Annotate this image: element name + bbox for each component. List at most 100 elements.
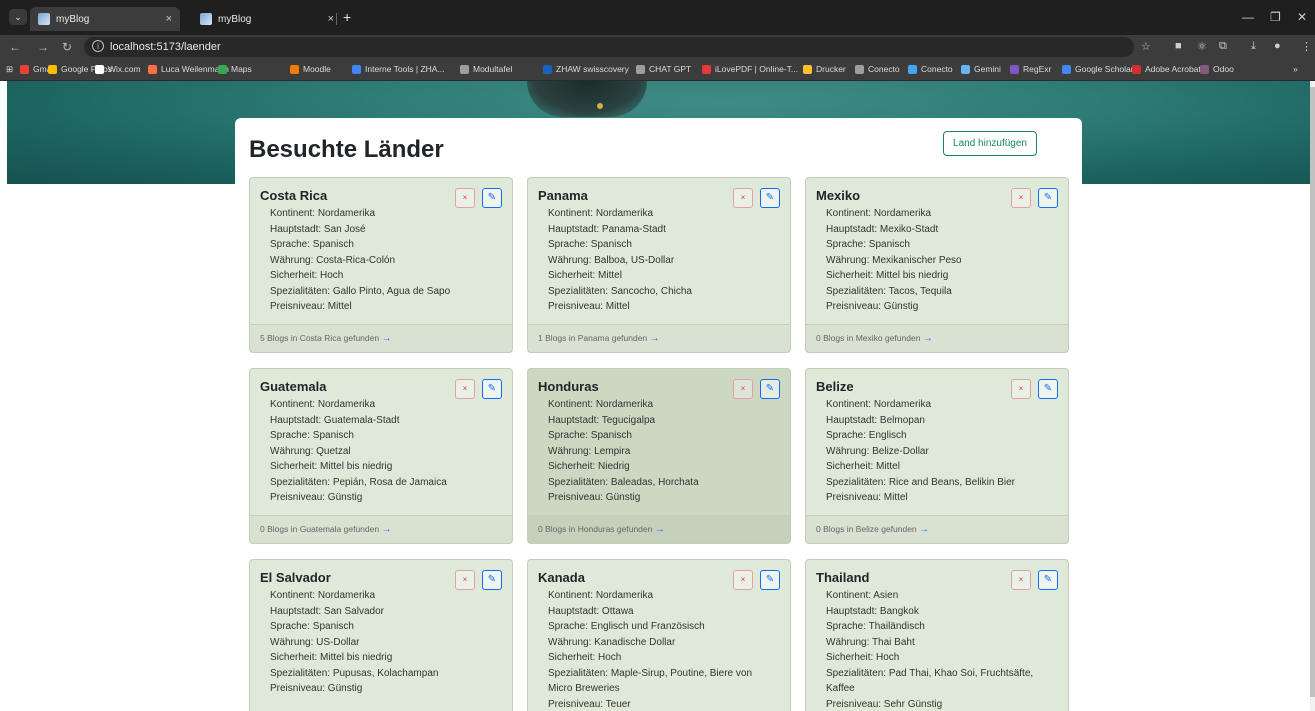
browser-tab[interactable]: myBlog × [192,7,342,31]
edit-country-button[interactable]: ✎ [482,570,502,590]
close-tab-icon[interactable]: × [328,13,334,25]
bookmark-item[interactable]: Odoo [1200,64,1234,74]
bookmark-item[interactable]: Maps [218,64,252,74]
country-detail: Sicherheit: Mittel [548,270,622,281]
country-detail: Spezialitäten: Pad Thai, Khao Soi, Fruch… [826,667,1034,679]
forward-icon[interactable]: → [37,40,49,54]
country-detail: Preisniveau: Günstig [270,492,363,503]
restore-icon[interactable]: ❐ [1270,10,1281,24]
close-tab-icon[interactable]: × [166,13,172,25]
edit-country-button[interactable]: ✎ [1038,379,1058,399]
edit-country-button[interactable]: ✎ [1038,188,1058,208]
country-detail: Spezialitäten: Rice and Beans, Belikin B… [826,476,1015,488]
more-bookmarks-icon[interactable]: » [1293,64,1298,74]
tab-search-menu-icon[interactable]: ⌄ [9,9,27,25]
bookmark-item[interactable]: iLovePDF | Online-T... [702,64,798,74]
country-details-list: Kontinent: Nordamerika Hauptstadt: Belmop… [816,397,1058,506]
bookmark-item[interactable]: RegExr [1010,64,1051,74]
delete-country-button[interactable]: × [455,379,475,399]
diver-silhouette [527,81,647,117]
bookmark-item[interactable]: Conecto [855,64,900,74]
edit-country-button[interactable]: ✎ [482,188,502,208]
blogs-found-link[interactable]: 0 Blogs in Honduras gefunden → [528,515,790,543]
address-bar[interactable]: i localhost:5173/laender [84,37,1134,57]
browser-tab-active[interactable]: myBlog × [30,7,180,31]
minimize-icon[interactable]: — [1242,10,1254,24]
download-icon[interactable]: ⤓ [1251,40,1256,53]
add-country-button[interactable]: Land hinzufügen [943,131,1037,156]
delete-country-button[interactable]: × [733,188,753,208]
delete-country-button[interactable]: × [1011,570,1031,590]
delete-country-button[interactable]: × [455,570,475,590]
country-detail: Währung: Lempira [548,445,631,457]
bookmark-favicon-icon [290,64,299,74]
bookmark-item[interactable]: Moodle [290,64,331,74]
blogs-found-link[interactable]: 1 Blogs in Panama gefunden → [528,324,790,352]
bookmark-item[interactable]: Google Scholar [1062,64,1134,74]
site-info-icon[interactable]: i [92,40,104,52]
delete-country-button[interactable]: × [733,379,753,399]
bookmark-item[interactable]: Gemini [961,64,1001,74]
bookmark-item[interactable]: ZHAW swisscovery [543,64,629,74]
bookmark-item[interactable]: Modultafel [460,64,512,74]
edit-country-button[interactable]: ✎ [760,188,780,208]
blogs-found-link[interactable]: 0 Blogs in Guatemala gefunden → [250,515,512,543]
blogs-found-text: 0 Blogs in Belize gefunden [816,524,917,534]
country-detail: Sprache: Spanisch [548,239,632,250]
url-text[interactable]: localhost:5173/laender [110,41,221,53]
bookmark-item[interactable]: CHAT GPT [636,64,691,74]
country-detail: Sicherheit: Mittel bis niedrig [826,270,949,281]
delete-country-button[interactable]: × [733,570,753,590]
more-menu-icon[interactable]: ⋮ [1301,40,1312,53]
country-detail: Preisniveau: Teuer [548,698,631,710]
react-devtools-icon[interactable]: ⚛ [1197,40,1207,53]
country-detail: Währung: Thai Baht [826,636,915,648]
country-card[interactable]: Panama Kontinent: Nordamerika Hauptstadt: … [527,177,791,353]
country-card[interactable]: Costa Rica Kontinent: Nordamerika Hauptsta… [249,177,513,353]
bookmark-favicon-icon [218,64,227,74]
country-details-list: Kontinent: Nordamerika Hauptstadt: Panama… [538,206,780,315]
bookmark-item[interactable]: Conecto [908,64,953,74]
bookmark-label: iLovePDF | Online-T... [715,64,798,74]
country-card[interactable]: Mexiko Kontinent: Nordamerika Hauptstadt: … [805,177,1069,353]
extension-icon[interactable]: ■ [1175,40,1182,52]
country-card[interactable]: Thailand Kontinent: Asien Hauptstadt: Bang… [805,559,1069,711]
bookmark-star-icon[interactable]: ☆ [1141,40,1151,53]
arrow-right-icon: → [654,524,665,535]
bookmark-item[interactable]: Wix.com [95,64,141,74]
country-card[interactable]: Guatemala Kontinent: Nordamerika Hauptstad… [249,368,513,544]
edit-country-button[interactable]: ✎ [482,379,502,399]
country-detail: Sprache: Spanisch [270,430,354,441]
bookmark-item[interactable]: Adobe Acrobat [1132,64,1201,74]
profile-avatar-icon[interactable]: ● [1274,40,1281,52]
country-detail: Sicherheit: Hoch [270,270,344,281]
scrollbar-thumb[interactable] [1310,87,1315,697]
blogs-found-link[interactable]: 0 Blogs in Belize gefunden → [806,515,1068,543]
edit-country-button[interactable]: ✎ [1038,570,1058,590]
delete-country-button[interactable]: × [455,188,475,208]
apps-grid-icon[interactable]: ⊞ [6,64,13,75]
country-card[interactable]: Kanada Kontinent: Nordamerika Hauptstadt: … [527,559,791,711]
page-scrollbar[interactable] [1310,81,1315,711]
bookmark-item[interactable]: Drucker [803,64,846,74]
close-window-icon[interactable]: ✕ [1297,10,1307,24]
bookmark-item[interactable]: Interne Tools | ZHA... [352,64,445,74]
country-card[interactable]: Belize Kontinent: Nordamerika Hauptstadt: … [805,368,1069,544]
delete-country-button[interactable]: × [1011,188,1031,208]
edit-country-button[interactable]: ✎ [760,379,780,399]
country-details-list: Kontinent: Asien Hauptstadt: Bangkok Sprac… [816,588,1058,711]
bookmark-label: Conecto [868,64,900,74]
bookmark-label: Odoo [1213,64,1234,74]
reload-icon[interactable]: ↻ [62,40,72,54]
blogs-found-link[interactable]: 5 Blogs in Costa Rica gefunden → [250,324,512,352]
country-card[interactable]: El Salvador Kontinent: Nordamerika Hauptst… [249,559,513,711]
country-detail: Preisniveau: Mittel [826,492,908,503]
extensions-puzzle-icon[interactable]: ⧉ [1219,40,1227,53]
new-tab-button[interactable]: + [343,9,351,25]
delete-country-button[interactable]: × [1011,379,1031,399]
back-icon[interactable]: ← [9,40,21,54]
country-card[interactable]: Honduras Kontinent: Nordamerika Hauptstadt… [527,368,791,544]
edit-country-button[interactable]: ✎ [760,570,780,590]
bookmark-item[interactable]: Luca Weilenmann [148,64,229,74]
blogs-found-link[interactable]: 0 Blogs in Mexiko gefunden → [806,324,1068,352]
